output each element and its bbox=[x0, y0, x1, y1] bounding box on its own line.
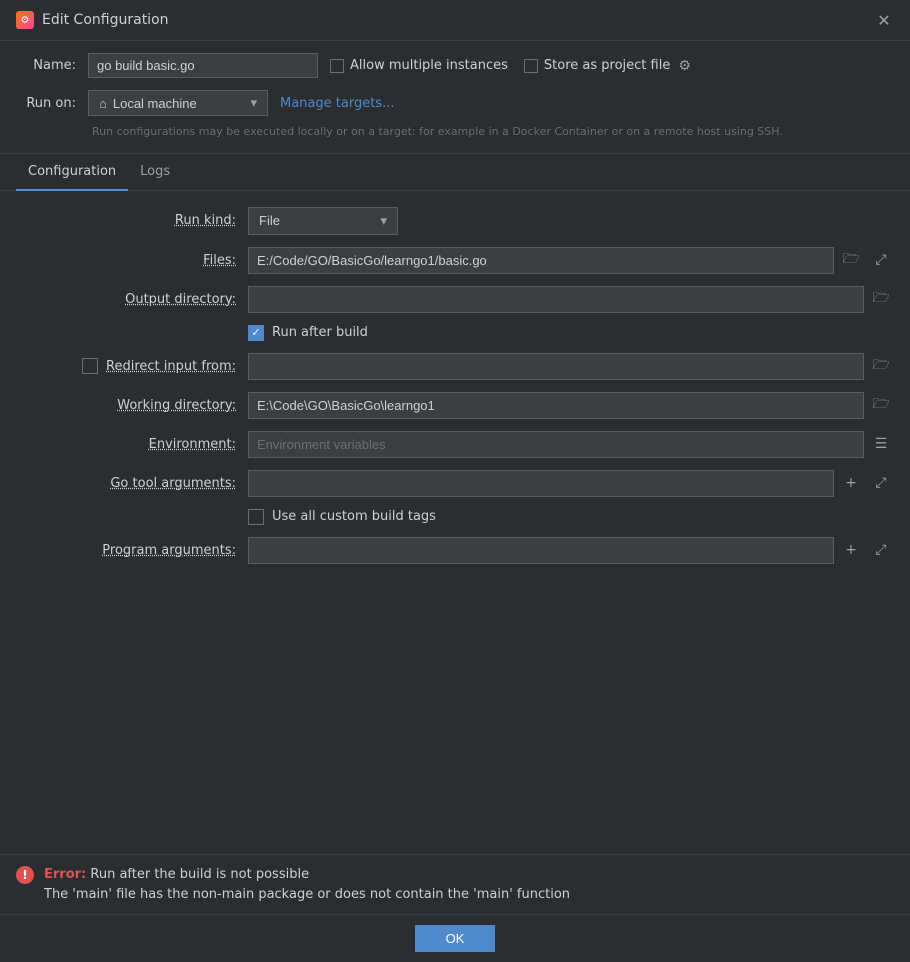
allow-multiple-checkbox[interactable]: Allow multiple instances bbox=[330, 58, 508, 73]
run-kind-dropdown[interactable]: File ▾ bbox=[248, 207, 398, 235]
custom-build-tags-label: Use all custom build tags bbox=[272, 509, 436, 524]
local-machine-label: Local machine bbox=[113, 96, 197, 111]
run-kind-label: Run kind: bbox=[16, 213, 236, 228]
go-tool-args-label: Go tool arguments: bbox=[16, 476, 236, 491]
run-after-build-checkbox[interactable] bbox=[248, 325, 264, 341]
title-bar: ⚙ Edit Configuration ✕ bbox=[0, 0, 910, 41]
output-dir-folder-icon[interactable]: 🗁 bbox=[868, 286, 894, 312]
environment-control: ☰ bbox=[248, 431, 894, 458]
working-dir-folder-icon[interactable]: 🗁 bbox=[868, 392, 894, 418]
close-button[interactable]: ✕ bbox=[874, 10, 894, 30]
error-line1: Run after the build is not possible bbox=[90, 867, 309, 882]
run-kind-control: File ▾ bbox=[248, 207, 894, 235]
error-icon: ! bbox=[16, 866, 34, 884]
files-folder-icon[interactable]: 🗁 bbox=[838, 247, 864, 273]
manage-targets-link[interactable]: Manage targets... bbox=[280, 96, 394, 111]
custom-build-tags-checkbox[interactable] bbox=[248, 509, 264, 525]
program-args-row: Program arguments: + ⤢ bbox=[16, 537, 894, 564]
title-bar-left: ⚙ Edit Configuration bbox=[16, 11, 169, 29]
name-row: Name: Allow multiple instances Store as … bbox=[16, 53, 894, 78]
error-text: Error: Run after the build is not possib… bbox=[44, 865, 570, 904]
redirect-input-input[interactable] bbox=[248, 353, 864, 380]
files-row: Files: 🗁 ⤢ bbox=[16, 247, 894, 274]
program-args-control: + ⤢ bbox=[248, 537, 894, 564]
tab-configuration[interactable]: Configuration bbox=[16, 154, 128, 191]
allow-multiple-label: Allow multiple instances bbox=[350, 58, 508, 73]
run-kind-value: File bbox=[259, 213, 280, 228]
program-args-label: Program arguments: bbox=[16, 543, 236, 558]
redirect-input-label: Redirect input from: bbox=[106, 359, 236, 374]
environment-input[interactable] bbox=[248, 431, 864, 458]
files-expand-icon[interactable]: ⤢ bbox=[868, 247, 894, 273]
name-and-checks: Allow multiple instances Store as projec… bbox=[330, 58, 894, 74]
error-label: Error: bbox=[44, 867, 86, 882]
working-dir-control: 🗁 bbox=[248, 392, 894, 419]
run-after-build-label: Run after build bbox=[272, 325, 368, 340]
bottom-bar: OK bbox=[0, 914, 910, 962]
chevron-down-icon: ▾ bbox=[250, 95, 257, 111]
store-project-checkbox[interactable]: Store as project file ⚙ bbox=[524, 58, 691, 74]
chevron-down-icon: ▾ bbox=[380, 213, 387, 229]
working-dir-row: Working directory: 🗁 bbox=[16, 392, 894, 419]
name-label: Name: bbox=[16, 58, 76, 73]
environment-label: Environment: bbox=[16, 437, 236, 452]
tabs-bar: Configuration Logs bbox=[0, 154, 910, 191]
output-dir-row: Output directory: 🗁 bbox=[16, 286, 894, 313]
go-tool-args-control: + ⤢ bbox=[248, 470, 894, 497]
redirect-input-control: 🗁 bbox=[248, 353, 894, 380]
error-bar: ! Error: Run after the build is not poss… bbox=[0, 854, 910, 914]
home-icon: ⌂ bbox=[99, 96, 107, 111]
files-label: Files: bbox=[16, 253, 236, 268]
program-args-plus-icon[interactable]: + bbox=[838, 537, 864, 563]
working-dir-input[interactable] bbox=[248, 392, 864, 419]
app-icon: ⚙ bbox=[16, 11, 34, 29]
content-area: Run kind: File ▾ Files: 🗁 ⤢ Output direc… bbox=[0, 191, 910, 855]
files-control: 🗁 ⤢ bbox=[248, 247, 894, 274]
environment-list-icon[interactable]: ☰ bbox=[868, 431, 894, 457]
go-tool-args-row: Go tool arguments: + ⤢ bbox=[16, 470, 894, 497]
go-tool-args-expand-icon[interactable]: ⤢ bbox=[868, 470, 894, 496]
go-tool-args-plus-icon[interactable]: + bbox=[838, 470, 864, 496]
run-on-label: Run on: bbox=[16, 96, 76, 111]
output-dir-input[interactable] bbox=[248, 286, 864, 313]
dialog-title: Edit Configuration bbox=[42, 12, 169, 28]
custom-build-tags-row: Use all custom build tags bbox=[16, 509, 894, 525]
redirect-input-row: Redirect input from: 🗁 bbox=[16, 353, 894, 380]
program-args-input[interactable] bbox=[248, 537, 834, 564]
go-tool-args-input[interactable] bbox=[248, 470, 834, 497]
top-section: Name: Allow multiple instances Store as … bbox=[0, 41, 910, 154]
gear-icon[interactable]: ⚙ bbox=[678, 58, 691, 74]
output-dir-control: 🗁 bbox=[248, 286, 894, 313]
environment-row: Environment: ☰ bbox=[16, 431, 894, 458]
run-after-build-row: Run after build bbox=[16, 325, 894, 341]
program-args-expand-icon[interactable]: ⤢ bbox=[868, 537, 894, 563]
allow-multiple-checkbox-box[interactable] bbox=[330, 59, 344, 73]
store-project-checkbox-box[interactable] bbox=[524, 59, 538, 73]
files-input[interactable] bbox=[248, 247, 834, 274]
error-line2: The 'main' file has the non-main package… bbox=[44, 887, 570, 902]
run-on-row: Run on: ⌂ Local machine ▾ Manage targets… bbox=[16, 90, 894, 116]
tab-logs[interactable]: Logs bbox=[128, 154, 182, 191]
name-input[interactable] bbox=[88, 53, 318, 78]
run-on-dropdown[interactable]: ⌂ Local machine ▾ bbox=[88, 90, 268, 116]
store-project-label: Store as project file bbox=[544, 58, 670, 73]
help-text: Run configurations may be executed local… bbox=[92, 124, 894, 141]
edit-configuration-dialog: ⚙ Edit Configuration ✕ Name: Allow multi… bbox=[0, 0, 910, 962]
working-dir-label: Working directory: bbox=[16, 398, 236, 413]
ok-button[interactable]: OK bbox=[415, 925, 495, 952]
run-kind-row: Run kind: File ▾ bbox=[16, 207, 894, 235]
output-dir-label: Output directory: bbox=[16, 292, 236, 307]
redirect-folder-icon[interactable]: 🗁 bbox=[868, 353, 894, 379]
redirect-input-checkbox[interactable] bbox=[82, 358, 98, 374]
